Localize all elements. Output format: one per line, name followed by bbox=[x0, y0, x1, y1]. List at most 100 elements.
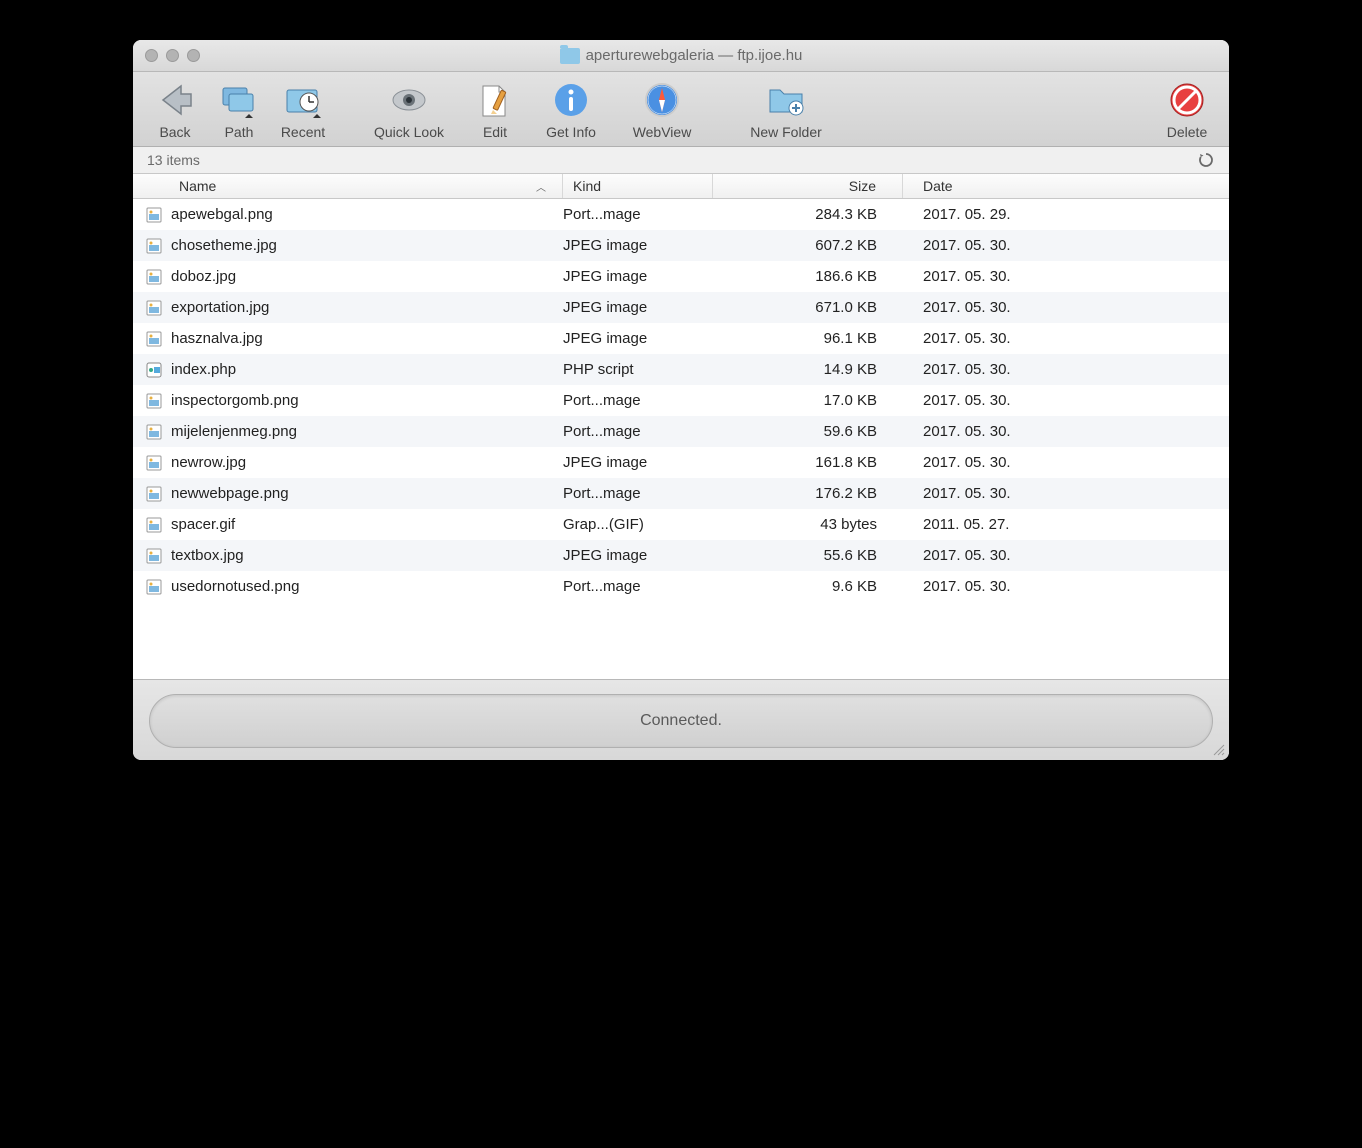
file-date: 2017. 05. 30. bbox=[903, 392, 1229, 409]
php-file-icon bbox=[145, 361, 163, 379]
connection-status: Connected. bbox=[149, 694, 1213, 748]
zoom-window-button[interactable] bbox=[187, 49, 200, 62]
file-name: exportation.jpg bbox=[171, 299, 269, 316]
getinfo-label: Get Info bbox=[546, 124, 596, 140]
table-row[interactable]: hasznalva.jpgJPEG image96.1 KB2017. 05. … bbox=[133, 323, 1229, 354]
file-kind: Port...mage bbox=[563, 392, 713, 409]
table-row[interactable]: chosetheme.jpg JPEG image607.2 KB2017. 05… bbox=[133, 230, 1229, 261]
refresh-button[interactable] bbox=[1197, 151, 1215, 169]
footer: Connected. bbox=[133, 679, 1229, 760]
table-row[interactable]: inspectorgomb.png Port...mage17.0 KB2017.… bbox=[133, 385, 1229, 416]
table-row[interactable]: newrow.jpgJPEG image161.8 KB2017. 05. 30… bbox=[133, 447, 1229, 478]
file-size: 96.1 KB bbox=[713, 330, 903, 347]
newfolder-button[interactable]: New Folder bbox=[733, 78, 839, 140]
table-row[interactable]: newwebpage.pngPort...mage176.2 KB2017. 0… bbox=[133, 478, 1229, 509]
delete-button[interactable]: Delete bbox=[1159, 78, 1215, 140]
file-date: 2011. 05. 27. bbox=[903, 516, 1229, 533]
file-size: 161.8 KB bbox=[713, 454, 903, 471]
file-kind: PHP script bbox=[563, 361, 713, 378]
file-name: newrow.jpg bbox=[171, 454, 246, 471]
file-date: 2017. 05. 30. bbox=[903, 237, 1229, 254]
newfolder-label: New Folder bbox=[750, 124, 822, 140]
file-date: 2017. 05. 30. bbox=[903, 268, 1229, 285]
table-row[interactable]: spacer.gifGrap...(GIF)43 bytes2011. 05. … bbox=[133, 509, 1229, 540]
image-file-icon bbox=[145, 299, 163, 317]
image-file-icon bbox=[145, 423, 163, 441]
delete-label: Delete bbox=[1167, 124, 1207, 140]
column-size[interactable]: Size bbox=[713, 174, 903, 198]
image-file-icon bbox=[145, 268, 163, 286]
table-row[interactable]: doboz.jpgJPEG image186.6 KB2017. 05. 30. bbox=[133, 261, 1229, 292]
table-row[interactable]: usedornotused.pngPort...mage9.6 KB2017. … bbox=[133, 571, 1229, 602]
sort-ascending-icon: ︿ bbox=[536, 179, 546, 194]
column-name[interactable]: Name ︿ bbox=[133, 174, 563, 198]
file-kind: JPEG image bbox=[563, 299, 713, 316]
image-file-icon bbox=[145, 454, 163, 472]
image-file-icon bbox=[145, 485, 163, 503]
edit-label: Edit bbox=[483, 124, 507, 140]
table-row[interactable]: mijelenjenmeg.pngPort...mage59.6 KB2017.… bbox=[133, 416, 1229, 447]
path-button[interactable]: Path bbox=[211, 78, 267, 140]
file-kind: Port...mage bbox=[563, 485, 713, 502]
recent-button[interactable]: Recent bbox=[275, 78, 331, 140]
file-name: apewebgal.png bbox=[171, 206, 273, 223]
column-date[interactable]: Date bbox=[903, 174, 1229, 198]
info-icon bbox=[547, 78, 595, 122]
file-date: 2017. 05. 30. bbox=[903, 361, 1229, 378]
image-file-icon bbox=[145, 516, 163, 534]
file-size: 607.2 KB bbox=[713, 237, 903, 254]
file-list: apewebgal.pngPort...mage284.3 KB2017. 05… bbox=[133, 199, 1229, 679]
webview-button[interactable]: WebView bbox=[619, 78, 705, 140]
folder-icon bbox=[560, 48, 580, 64]
close-window-button[interactable] bbox=[145, 49, 158, 62]
table-header: Name ︿ Kind Size Date bbox=[133, 174, 1229, 199]
file-kind: JPEG image bbox=[563, 237, 713, 254]
file-size: 14.9 KB bbox=[713, 361, 903, 378]
resize-grip-icon[interactable] bbox=[1211, 742, 1225, 756]
file-name: inspectorgomb.png bbox=[171, 392, 299, 409]
eye-icon bbox=[385, 78, 433, 122]
file-kind: Grap...(GIF) bbox=[563, 516, 713, 533]
file-date: 2017. 05. 30. bbox=[903, 423, 1229, 440]
table-row[interactable]: index.php PHP script14.9 KB2017. 05. 30. bbox=[133, 354, 1229, 385]
image-file-icon bbox=[145, 237, 163, 255]
quicklook-button[interactable]: Quick Look bbox=[359, 78, 459, 140]
file-date: 2017. 05. 29. bbox=[903, 206, 1229, 223]
file-size: 55.6 KB bbox=[713, 547, 903, 564]
file-kind: Port...mage bbox=[563, 206, 713, 223]
edit-button[interactable]: Edit bbox=[467, 78, 523, 140]
folders-stack-icon bbox=[215, 78, 263, 122]
path-label: Path bbox=[225, 124, 254, 140]
minimize-window-button[interactable] bbox=[166, 49, 179, 62]
file-name: doboz.jpg bbox=[171, 268, 236, 285]
getinfo-button[interactable]: Get Info bbox=[531, 78, 611, 140]
file-date: 2017. 05. 30. bbox=[903, 485, 1229, 502]
quicklook-label: Quick Look bbox=[374, 124, 444, 140]
table-row[interactable]: textbox.jpgJPEG image55.6 KB2017. 05. 30… bbox=[133, 540, 1229, 571]
webview-label: WebView bbox=[633, 124, 692, 140]
file-size: 59.6 KB bbox=[713, 423, 903, 440]
table-row[interactable]: apewebgal.png Port...mage284.3 KB2017. 05… bbox=[133, 199, 1229, 230]
file-date: 2017. 05. 30. bbox=[903, 547, 1229, 564]
back-button[interactable]: Back bbox=[147, 78, 203, 140]
titlebar[interactable]: aperturewebgaleria — ftp.ijoe.hu bbox=[133, 40, 1229, 72]
file-name: spacer.gif bbox=[171, 516, 235, 533]
window-title: aperturewebgaleria — ftp.ijoe.hu bbox=[586, 47, 803, 64]
column-kind[interactable]: Kind bbox=[563, 174, 713, 198]
file-name: usedornotused.png bbox=[171, 578, 299, 595]
folder-clock-icon bbox=[279, 78, 327, 122]
file-size: 186.6 KB bbox=[713, 268, 903, 285]
file-name: newwebpage.png bbox=[171, 485, 289, 502]
file-size: 284.3 KB bbox=[713, 206, 903, 223]
file-size: 671.0 KB bbox=[713, 299, 903, 316]
table-row[interactable]: exportation.jpgJPEG image671.0 KB2017. 0… bbox=[133, 292, 1229, 323]
file-kind: JPEG image bbox=[563, 547, 713, 564]
compass-icon bbox=[638, 78, 686, 122]
file-name: index.php bbox=[171, 361, 236, 378]
file-size: 17.0 KB bbox=[713, 392, 903, 409]
toolbar: Back Path bbox=[133, 72, 1229, 147]
file-name: chosetheme.jpg bbox=[171, 237, 277, 254]
image-file-icon bbox=[145, 392, 163, 410]
arrow-left-icon bbox=[151, 78, 199, 122]
app-window: aperturewebgaleria — ftp.ijoe.hu Back bbox=[133, 40, 1229, 760]
